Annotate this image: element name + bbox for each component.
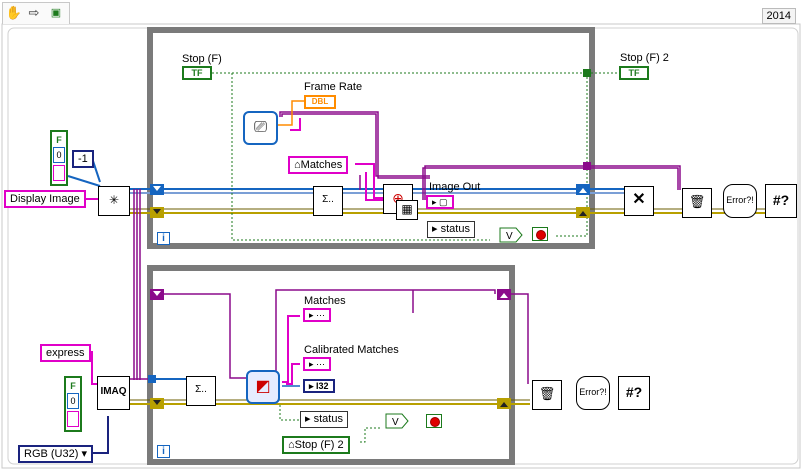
match-icon: ◩ <box>255 378 271 395</box>
dispose-vi-top[interactable]: 🗑 <box>682 188 712 218</box>
calibrated-matches-label: Calibrated Matches <box>304 344 399 356</box>
eraser-icon: #? <box>772 192 790 208</box>
version-badge: 2014 <box>761 8 796 24</box>
i32-indicator[interactable]: ▸ I32 <box>303 379 335 393</box>
error-icon: Error?! <box>726 195 754 205</box>
house-icon: ⌂ <box>288 439 295 451</box>
stop-f-terminal[interactable]: TF <box>182 66 212 80</box>
run-arrow-icon[interactable]: ⇨ <box>25 5 43 21</box>
clear-errors-bottom[interactable]: #? <box>618 376 650 410</box>
arrow-icon: ▸ <box>432 223 438 235</box>
matches-indicator[interactable]: ▸ ⋯ <box>303 308 332 322</box>
error-handler-bottom[interactable]: Error?! <box>576 376 610 410</box>
iteration-terminal-top: i <box>157 232 170 245</box>
camera-icon: ⎚ <box>254 119 267 136</box>
probe-icon[interactable]: ▣ <box>47 5 65 21</box>
status-unbundle-top[interactable]: ▸ status <box>427 221 475 238</box>
or-symbol-top: V <box>506 231 513 242</box>
index-array-bottom[interactable]: Σ.. <box>186 376 216 406</box>
house-icon: ⌂ <box>294 159 301 171</box>
frame-rate-indicator[interactable]: DBL <box>304 95 336 109</box>
rgb-u32-selector[interactable]: RGB (U32) ▾ <box>18 445 93 463</box>
stop-f2-label: Stop (F) 2 <box>620 52 669 64</box>
create-image-vi[interactable]: ✳ <box>98 186 130 216</box>
image-out-label: Image Out <box>429 181 480 193</box>
stop-f2-terminal[interactable]: TF <box>619 66 649 80</box>
acquire-vi[interactable]: ⎚ <box>243 111 278 145</box>
express-constant[interactable]: express <box>40 344 91 362</box>
status-unbundle-bottom[interactable]: ▸ status <box>300 411 348 428</box>
chevron-down-icon: ▾ <box>81 448 87 460</box>
top-loop-tunnels[interactable] <box>150 69 591 218</box>
hand-pointer-icon[interactable]: ✋ <box>5 5 23 21</box>
stop-f-label: Stop (F) <box>182 53 222 65</box>
eraser-icon: #? <box>625 384 643 400</box>
error-handler-top[interactable]: Error?! <box>723 184 757 218</box>
calibrated-matches-indicator[interactable]: ▸ ⋯ <box>303 357 332 371</box>
error-icon: Error?! <box>579 387 607 397</box>
image-out-indicator[interactable]: ▸ ▢ <box>426 195 454 209</box>
boolean-array-top[interactable]: F 0 <box>50 130 68 186</box>
trash-icon: 🗑 <box>538 386 556 401</box>
stop-button-top[interactable] <box>532 227 548 241</box>
stop-button-bottom[interactable] <box>426 414 442 428</box>
display-vi[interactable]: ▦ <box>396 200 418 220</box>
minus-one-constant[interactable]: -1 <box>72 150 94 168</box>
imaq-create-vi[interactable]: IMAQ <box>97 376 130 410</box>
close-vi[interactable]: ✕ <box>624 186 654 216</box>
frame-rate-label: Frame Rate <box>304 81 362 93</box>
or-symbol-bottom: V <box>392 417 399 428</box>
arrow-icon: ▸ <box>305 413 311 425</box>
toolbar: ✋ ⇨ ▣ <box>2 2 70 24</box>
display-image-control[interactable]: Display Image <box>4 190 86 208</box>
boolean-array-bottom[interactable]: F 0 <box>64 376 82 432</box>
index-array-top[interactable]: Σ.. <box>313 186 343 216</box>
stop-f2-local-variable[interactable]: ⌂Stop (F) 2 <box>282 436 350 454</box>
dispose-vi-bottom[interactable]: 🗑 <box>532 380 562 410</box>
iteration-terminal-bottom: i <box>157 445 170 458</box>
clear-errors-top[interactable]: #? <box>765 184 797 218</box>
match-pattern-vi[interactable]: ◩ <box>246 370 280 404</box>
trash-icon: 🗑 <box>688 194 706 209</box>
matches-property-node[interactable]: ⌂Matches <box>288 156 349 174</box>
matches-label-bottom: Matches <box>304 295 346 307</box>
close-icon: ✕ <box>632 191 646 208</box>
